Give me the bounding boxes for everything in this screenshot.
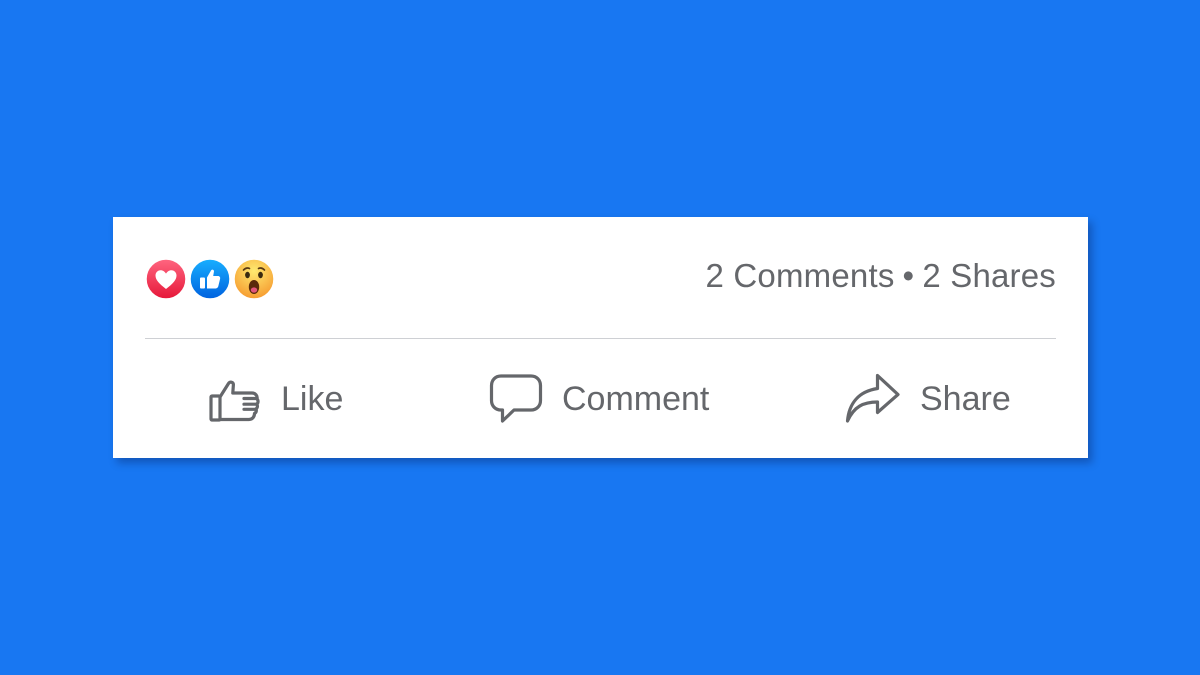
share-label: Share <box>920 379 1011 418</box>
speech-bubble-icon <box>488 371 544 427</box>
heart-icon <box>145 258 187 300</box>
comments-count-link[interactable]: 2 Comments <box>705 257 894 294</box>
thumbs-up-icon <box>189 258 231 300</box>
like-label: Like <box>281 379 344 418</box>
share-arrow-icon <box>844 371 902 427</box>
like-button[interactable]: Like <box>207 371 343 427</box>
action-bar: Like Comment Share <box>145 339 1056 458</box>
thumbs-up-outline-icon <box>207 371 263 427</box>
comment-button[interactable]: Comment <box>488 371 709 427</box>
engagement-stats: 2 Comments • 2 Shares <box>705 257 1056 295</box>
comment-label: Comment <box>562 379 710 418</box>
share-button[interactable]: Share <box>844 371 1011 427</box>
post-footer-card: 2 Comments • 2 Shares Like Comment Share <box>113 217 1088 458</box>
stats-separator: • <box>902 257 915 294</box>
shares-count-link[interactable]: 2 Shares <box>922 257 1056 294</box>
wow-face-icon <box>233 258 275 300</box>
reaction-summary[interactable] <box>145 258 285 301</box>
post-stats-row: 2 Comments • 2 Shares <box>145 217 1056 338</box>
